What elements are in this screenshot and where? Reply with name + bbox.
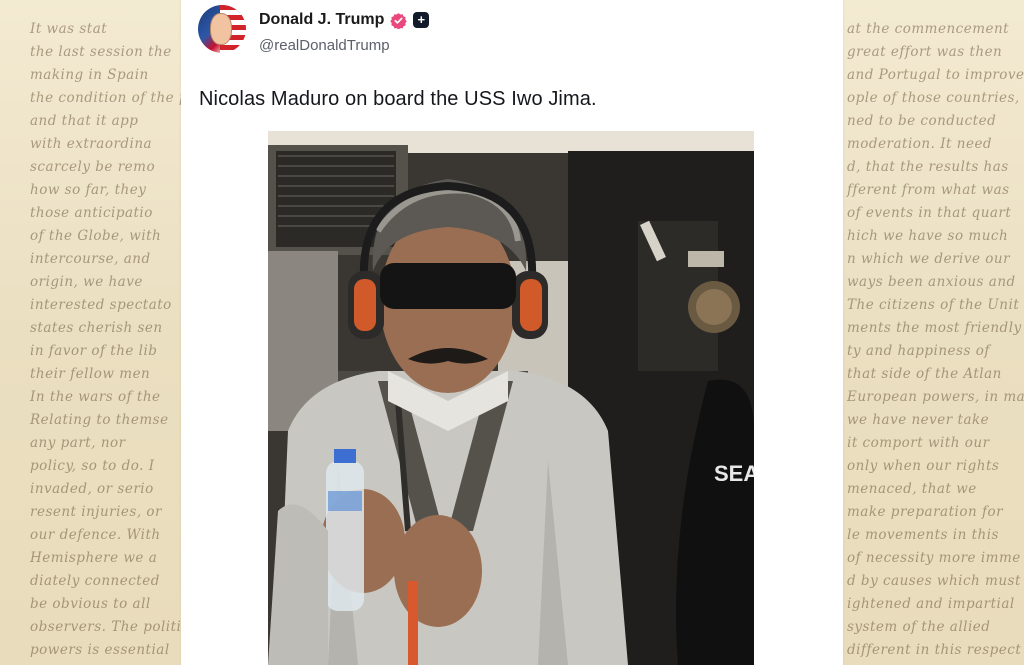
manuscript-line: of events in that quart: [847, 205, 1012, 221]
manuscript-line: hich we have so much: [847, 228, 1009, 244]
avatar[interactable]: [198, 5, 246, 53]
manuscript-line: ightened and impartial: [847, 596, 1015, 612]
author-handle[interactable]: @realDonaldTrump: [259, 37, 390, 54]
manuscript-line: those anticipatio: [30, 205, 153, 221]
manuscript-text-left: It was stat the last session the making in…: [0, 0, 181, 665]
manuscript-text-right: at the commencement great effort was then…: [843, 0, 1024, 665]
manuscript-line: our defence. With: [30, 527, 161, 543]
manuscript-line: le movements in this: [847, 527, 999, 543]
manuscript-line: only when our rights: [847, 458, 1000, 474]
manuscript-line: be obvious to all: [30, 596, 151, 612]
manuscript-line: any part, nor: [30, 435, 126, 451]
manuscript-line: different in this respect: [847, 642, 1022, 658]
manuscript-line: powers is essential: [30, 642, 170, 658]
manuscript-line: ople of those countries,: [847, 90, 1020, 106]
manuscript-line: scarcely be remo: [30, 159, 156, 175]
avatar-face: [210, 13, 232, 45]
manuscript-line: ty and happiness of: [847, 343, 990, 359]
manuscript-line: it comport with our: [847, 435, 990, 451]
manuscript-line: The citizens of the Unit: [847, 297, 1020, 313]
manuscript-line: and that it app: [30, 113, 139, 129]
manuscript-line: moderation. It need: [847, 136, 993, 152]
manuscript-line: of necessity more imme: [847, 550, 1021, 566]
manuscript-line: make preparation for: [847, 504, 1004, 520]
manuscript-line: European powers, in ma: [847, 389, 1024, 405]
verified-badge-icon: [390, 12, 408, 29]
post-card: Donald J. Trump + @realDonaldTrump Nicol…: [181, 0, 843, 665]
manuscript-line: with extraordina: [30, 136, 153, 152]
manuscript-line: the condition of the p: [30, 90, 181, 106]
post-photo[interactable]: SEA: [268, 131, 754, 665]
manuscript-line: and Portugal to improve: [847, 67, 1024, 83]
svg-text:SEA: SEA: [714, 461, 754, 486]
manuscript-line: ned to be conducted: [847, 113, 997, 129]
manuscript-line: states cherish sen: [30, 320, 163, 336]
manuscript-line: Hemisphere we a: [30, 550, 158, 566]
manuscript-line: interested spectato: [30, 297, 172, 313]
manuscript-line: It was stat: [30, 21, 108, 37]
manuscript-line: great effort was then: [847, 44, 1003, 60]
manuscript-line: Relating to themse: [30, 412, 169, 428]
manuscript-line: fferent from what was: [847, 182, 1010, 198]
manuscript-line: diately connected: [30, 573, 160, 589]
manuscript-line: how so far, they: [30, 182, 147, 198]
manuscript-line: resent injuries, or: [30, 504, 163, 520]
right-background-manuscript: at the commencement great effort was then…: [843, 0, 1024, 665]
manuscript-line: ways been anxious and: [847, 274, 1016, 290]
manuscript-line: menaced, that we: [847, 481, 977, 497]
manuscript-line: In the wars of the: [30, 389, 161, 405]
manuscript-line: we have never take: [847, 412, 990, 428]
manuscript-line: intercourse, and: [30, 251, 151, 267]
manuscript-line: n which we derive our: [847, 251, 1011, 267]
manuscript-line: policy, so to do. I: [30, 458, 155, 474]
manuscript-line: d by causes which must: [847, 573, 1021, 589]
plus-icon: +: [413, 12, 430, 28]
manuscript-line: of the Globe, with: [30, 228, 162, 244]
manuscript-line: their fellow men: [30, 366, 151, 382]
manuscript-line: at the commencement: [847, 21, 1010, 37]
manuscript-line: in favor of the lib: [30, 343, 158, 359]
manuscript-line: d, that the results has: [847, 159, 1009, 175]
manuscript-line: origin, we have: [30, 274, 143, 290]
manuscript-line: observers. The politi: [30, 619, 181, 635]
post-header: Donald J. Trump + @realDonaldTrump: [198, 5, 798, 57]
manuscript-line: making in Spain: [30, 67, 149, 83]
manuscript-line: system of the allied: [847, 619, 991, 635]
manuscript-line: that side of the Atlan: [847, 366, 1002, 382]
post-text: Nicolas Maduro on board the USS Iwo Jima…: [199, 88, 597, 110]
manuscript-line: invaded, or serio: [30, 481, 154, 497]
author-display-name[interactable]: Donald J. Trump: [259, 11, 384, 29]
manuscript-line: the last session the: [30, 44, 172, 60]
left-background-manuscript: It was stat the last session the making in…: [0, 0, 181, 665]
name-row: Donald J. Trump +: [259, 11, 430, 29]
manuscript-line: ments the most friendly: [847, 320, 1022, 336]
